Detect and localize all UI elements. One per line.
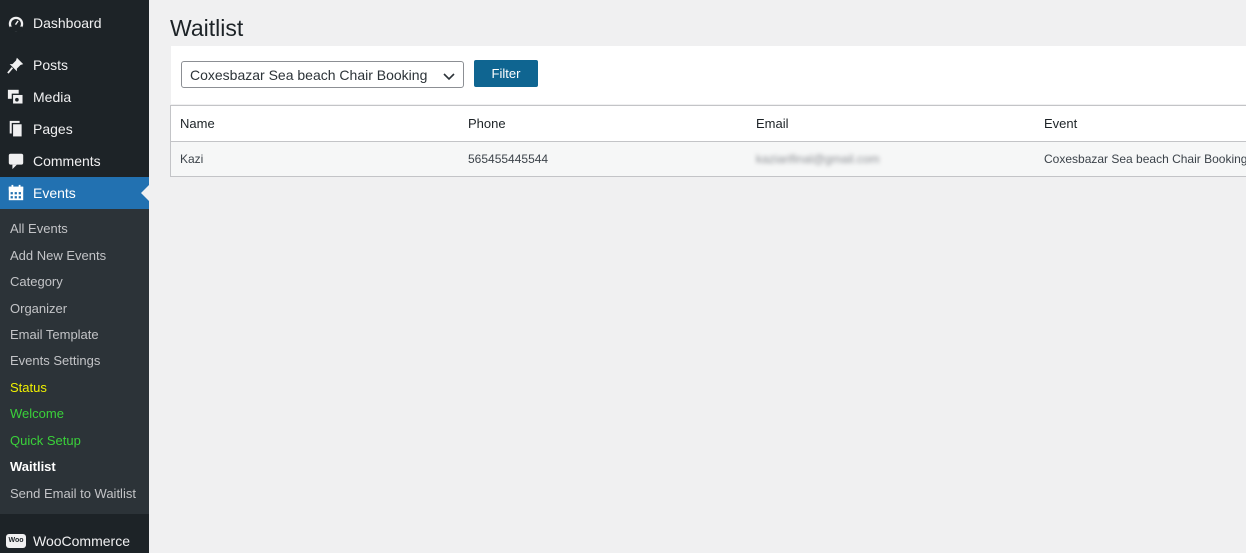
cell-event: Coxesbazar Sea beach Chair Booking bbox=[1044, 152, 1246, 166]
waitlist-table: Name Phone Email Event Kazi 565455445544… bbox=[170, 105, 1246, 177]
cell-phone: 565455445544 bbox=[468, 152, 549, 166]
column-header-phone[interactable]: Phone bbox=[468, 106, 506, 141]
menu-events[interactable]: Events bbox=[0, 177, 149, 209]
page-title: Waitlist bbox=[170, 15, 244, 41]
column-header-event[interactable]: Event bbox=[1044, 106, 1077, 141]
media-icon bbox=[6, 87, 26, 107]
chevron-down-icon bbox=[443, 69, 455, 81]
submenu-all-events[interactable]: All Events bbox=[10, 221, 68, 236]
menu-label: Dashboard bbox=[33, 15, 102, 31]
column-header-name[interactable]: Name bbox=[180, 106, 215, 141]
menu-label: Posts bbox=[33, 57, 69, 73]
submenu-organizer[interactable]: Organizer bbox=[10, 301, 67, 316]
menu-posts[interactable]: Posts bbox=[0, 49, 149, 81]
calendar-icon bbox=[6, 183, 26, 203]
submenu-welcome[interactable]: Welcome bbox=[10, 406, 64, 421]
admin-sidebar: Dashboard Posts Media Pages Comments Eve… bbox=[0, 0, 149, 553]
comments-icon bbox=[6, 151, 26, 171]
menu-label: Pages bbox=[33, 121, 73, 137]
table-header-row: Name Phone Email Event bbox=[171, 106, 1246, 142]
menu-label: Comments bbox=[33, 153, 101, 169]
submenu-category[interactable]: Category bbox=[10, 274, 63, 289]
submenu-quick-setup[interactable]: Quick Setup bbox=[10, 433, 81, 448]
menu-pages[interactable]: Pages bbox=[0, 113, 149, 145]
event-select[interactable]: Coxesbazar Sea beach Chair Booking bbox=[181, 61, 464, 88]
submenu-events-settings[interactable]: Events Settings bbox=[10, 353, 100, 368]
submenu-send-email-to-waitlist[interactable]: Send Email to Waitlist bbox=[10, 486, 136, 501]
menu-label: WooCommerce bbox=[33, 533, 130, 549]
menu-dashboard[interactable]: Dashboard bbox=[0, 7, 149, 39]
menu-label: Events bbox=[33, 185, 76, 201]
menu-media[interactable]: Media bbox=[0, 81, 149, 113]
dashboard-icon bbox=[6, 13, 26, 33]
woocommerce-icon: Woo bbox=[6, 531, 26, 551]
cell-name: Kazi bbox=[180, 152, 204, 166]
menu-comments[interactable]: Comments bbox=[0, 145, 149, 177]
pages-icon bbox=[6, 119, 26, 139]
submenu-email-template[interactable]: Email Template bbox=[10, 327, 99, 342]
menu-label: Media bbox=[33, 89, 72, 105]
submenu-add-new-events[interactable]: Add New Events bbox=[10, 248, 106, 263]
submenu-status[interactable]: Status bbox=[10, 380, 47, 395]
filter-button[interactable]: Filter bbox=[474, 60, 538, 87]
cell-email: kaziarifinal@gmail.com bbox=[756, 152, 880, 166]
submenu-waitlist[interactable]: Waitlist bbox=[10, 459, 56, 474]
column-header-email[interactable]: Email bbox=[756, 106, 789, 141]
selected-event-value: Coxesbazar Sea beach Chair Booking bbox=[190, 66, 428, 83]
menu-woocommerce[interactable]: Woo WooCommerce bbox=[0, 525, 149, 553]
events-submenu: All Events Add New Events Category Organ… bbox=[0, 209, 149, 514]
table-row: Kazi 565455445544 kaziarifinal@gmail.com… bbox=[171, 142, 1246, 176]
pushpin-icon bbox=[6, 55, 26, 75]
filter-bar: Coxesbazar Sea beach Chair Booking Filte… bbox=[171, 46, 1246, 104]
